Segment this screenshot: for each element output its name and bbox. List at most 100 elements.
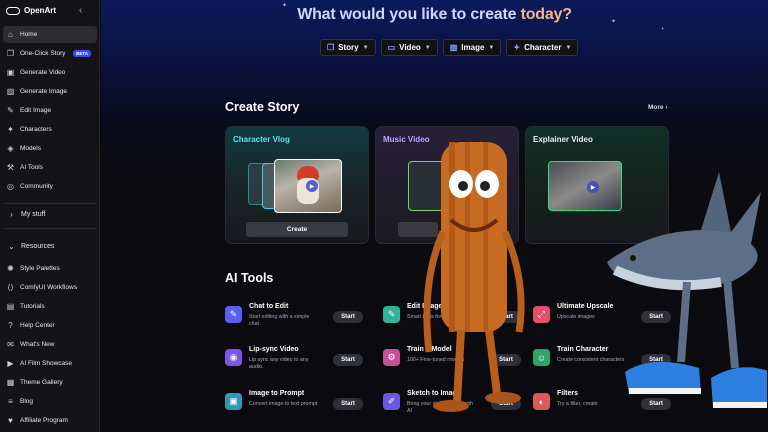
tool-description: Lip sync any video to any audio. — [249, 357, 309, 370]
sidebar-item-label: Style Palettes — [20, 265, 60, 272]
start-button[interactable]: Start — [333, 398, 363, 410]
tool-name: Chat to Edit — [249, 303, 289, 310]
tutorials-icon: ▤ — [6, 302, 15, 311]
my-stuff-toggle[interactable]: › My stuff — [3, 206, 97, 223]
main-content: ✦ ✦ ✦ What would you like to create toda… — [101, 0, 768, 432]
create-type-filters: ❐ Story ▼ ▭ Video ▼ ▨ Image ▼ ✦ Character ▼ — [320, 39, 579, 56]
sidebar-item-edit-image[interactable]: ✎ Edit Image — [3, 102, 97, 119]
resources-label: Resources — [21, 243, 55, 250]
sidebar-item-comfyui-workflows[interactable]: ⟨⟩ ComfyUI Workflows — [3, 279, 97, 296]
sidebar-item-generate-image[interactable]: ▨ Generate Image — [3, 83, 97, 100]
filter-label: Image — [461, 43, 485, 52]
chevron-down-icon: ▼ — [362, 44, 369, 51]
home-icon: ⌂ — [8, 30, 13, 39]
chevron-down-icon: ▼ — [565, 44, 572, 51]
video-icon: ▣ — [6, 68, 15, 77]
brand-name: OpenArt — [24, 6, 56, 15]
edit-icon: ✎ — [7, 106, 14, 115]
sidebar-item-characters[interactable]: ✦ Characters — [3, 121, 97, 138]
filter-story[interactable]: ❐ Story ▼ — [320, 39, 376, 56]
beta-badge: BETA — [73, 50, 91, 57]
community-icon: ◎ — [7, 182, 14, 191]
sidebar-item-theme-gallery[interactable]: ▦ Theme Gallery — [3, 374, 97, 391]
more-link[interactable]: More › — [648, 104, 668, 111]
sidebar-item-label: Community — [20, 183, 53, 190]
sidebar-item-one-click-story[interactable]: ❐ One-Click Story BETA — [3, 45, 97, 62]
tool-name: Lip-sync Video — [249, 346, 299, 353]
sparkle-decoration: ✦ — [661, 26, 665, 31]
sidebar: OpenArt ‹ ⌂ Home ❐ One-Click Story BETA ▣ Gene… — [0, 0, 100, 432]
create-button[interactable]: Create — [246, 222, 348, 237]
sidebar-item-label: Tutorials — [20, 303, 45, 310]
sidebar-item-label: Help Center — [20, 322, 55, 329]
code-icon: ⟨⟩ — [7, 283, 14, 292]
video-filter-icon: ▭ — [387, 43, 396, 52]
sidebar-item-ai-film-showcase[interactable]: ▶ AI Film Showcase — [3, 355, 97, 372]
sidebar-item-label: Home — [20, 31, 38, 38]
sidebar-item-generate-video[interactable]: ▣ Generate Video — [3, 64, 97, 81]
promo-characters-illustration — [423, 142, 767, 412]
sidebar-item-label: Affiliate Program — [20, 417, 68, 424]
filter-character[interactable]: ✦ Character ▼ — [506, 39, 579, 56]
card-title: Character Vlog — [233, 135, 290, 144]
sidebar-item-tutorials[interactable]: ▤ Tutorials — [3, 298, 97, 315]
resources-toggle[interactable]: ⌄ Resources — [3, 238, 97, 255]
palette-icon: ✺ — [7, 264, 14, 273]
lipsync-icon: ◉ — [225, 349, 242, 366]
story-icon: ❐ — [6, 49, 15, 58]
sidebar-item-label: Generate Video — [20, 69, 66, 76]
start-button[interactable]: Start — [333, 354, 363, 366]
tools-icon: ⚒ — [6, 163, 15, 172]
tool-lip-sync-video[interactable]: ◉ Lip-sync Video Lip sync any video to any… — [225, 346, 365, 384]
sidebar-item-what-s-new[interactable]: ✉ What's New — [3, 336, 97, 353]
tool-image-to-prompt[interactable]: ▣ Image to Prompt Convert image to text pr… — [225, 390, 365, 428]
sidebar-item-label: Characters — [20, 126, 52, 133]
train-model-icon: ⚙ — [383, 349, 400, 366]
story-filter-icon: ❐ — [327, 43, 335, 52]
chat-edit-icon: ✎ — [225, 306, 242, 323]
app-window: OpenArt ‹ ⌂ Home ❐ One-Click Story BETA ▣ Gene… — [0, 0, 768, 432]
sidebar-item-home[interactable]: ⌂ Home — [3, 26, 97, 43]
filter-image[interactable]: ▨ Image ▼ — [442, 39, 502, 56]
affiliate-icon: ♥ — [8, 416, 13, 425]
my-stuff-label: My stuff — [21, 211, 46, 218]
filter-video[interactable]: ▭ Video ▼ — [380, 39, 438, 56]
film-icon: ▶ — [7, 359, 14, 368]
collapse-sidebar-icon[interactable]: ‹ — [79, 5, 82, 16]
chevron-down-icon: ▼ — [424, 44, 431, 51]
sidebar-item-label: Theme Gallery — [20, 379, 63, 386]
filter-label: Character — [524, 43, 562, 52]
sidebar-item-community[interactable]: ◎ Community — [3, 178, 97, 195]
sidebar-item-help-center[interactable]: ? Help Center — [3, 317, 97, 334]
play-icon[interactable]: ▶ — [306, 180, 318, 192]
sidebar-item-models[interactable]: ◈ Models — [3, 140, 97, 157]
character-filter-icon: ✦ — [513, 43, 521, 52]
models-icon: ◈ — [7, 144, 14, 153]
tool-chat-to-edit[interactable]: ✎ Chat to Edit Start editing with a simple… — [225, 303, 365, 341]
sidebar-item-label: Edit Image — [20, 107, 52, 114]
sidebar-item-label: Generate Image — [20, 88, 67, 95]
sidebar-item-label: AI Film Showcase — [20, 360, 73, 367]
tool-description: Convert image to text prompt — [249, 401, 318, 407]
page-headline: What would you like to create today? — [297, 6, 572, 23]
character-icon: ✦ — [7, 125, 14, 134]
chevron-right-icon: › — [10, 210, 13, 219]
chevron-down-icon: ⌄ — [8, 242, 15, 251]
story-card-character-vlog[interactable]: Character Vlog ▶ Create — [225, 126, 369, 244]
help-icon: ? — [8, 321, 13, 330]
image-icon: ▨ — [6, 87, 15, 96]
sidebar-divider — [4, 203, 96, 204]
blog-icon: ≡ — [8, 397, 13, 406]
sidebar-item-ai-tools[interactable]: ⚒ AI Tools — [3, 159, 97, 176]
sidebar-item-blog[interactable]: ≡ Blog — [3, 393, 97, 410]
start-button[interactable]: Start — [333, 311, 363, 323]
chevron-down-icon: ▼ — [488, 44, 495, 51]
sidebar-item-style-palettes[interactable]: ✺ Style Palettes — [3, 260, 97, 277]
brand-logo[interactable]: OpenArt — [6, 6, 56, 15]
sidebar-item-affiliate-program[interactable]: ♥ Affiliate Program — [3, 412, 97, 429]
shark-character-figure — [607, 172, 767, 408]
image-filter-icon: ▨ — [449, 43, 458, 52]
sidebar-item-label: ComfyUI Workflows — [20, 284, 77, 291]
tool-description: Start editing with a simple chat — [249, 314, 310, 327]
image-prompt-icon: ▣ — [225, 393, 242, 410]
